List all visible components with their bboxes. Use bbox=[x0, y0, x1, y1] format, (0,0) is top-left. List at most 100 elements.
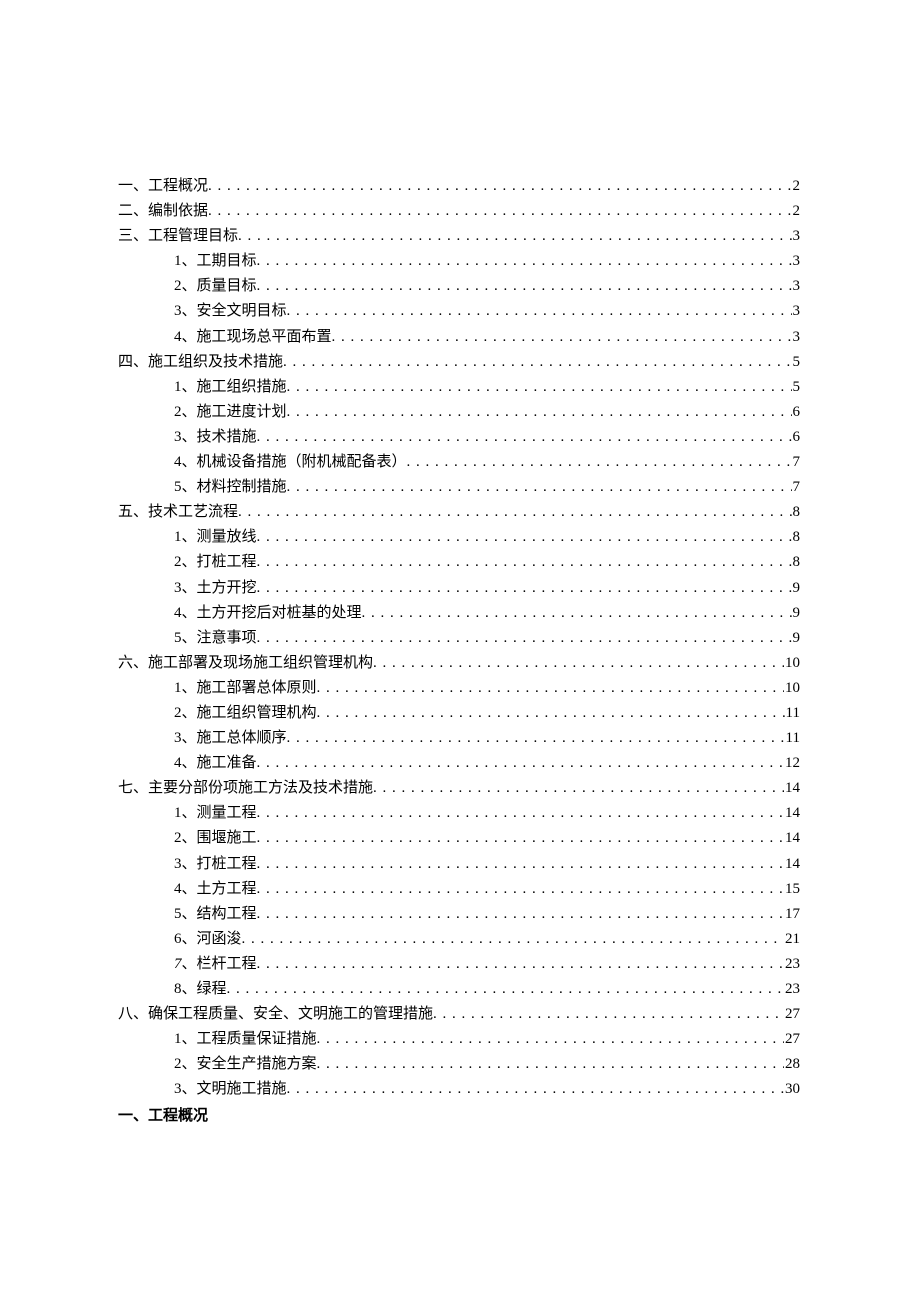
toc-entry[interactable]: 七、主要分部份项施工方法及技术措施14 bbox=[118, 776, 800, 801]
toc-entry-label: 2、安全生产措施方案 bbox=[174, 1052, 317, 1077]
toc-entry[interactable]: 二、编制依据2 bbox=[118, 199, 800, 224]
toc-entry-page: 30 bbox=[784, 1077, 800, 1102]
toc-entry[interactable]: 五、技术工艺流程8 bbox=[118, 500, 800, 525]
table-of-contents: 一、工程概况2二、编制依据2三、工程管理目标31、工期目标32、质量目标33、安… bbox=[118, 174, 800, 1102]
toc-entry-page: 3 bbox=[792, 249, 801, 274]
toc-entry[interactable]: 八、确保工程质量、安全、文明施工的管理措施27 bbox=[118, 1002, 800, 1027]
toc-entry[interactable]: 6、河函浚21 bbox=[118, 927, 800, 952]
toc-entry-label: 3、技术措施 bbox=[174, 425, 257, 450]
toc-entry[interactable]: 8、绿程 23 bbox=[118, 977, 800, 1002]
toc-entry-page: 14 bbox=[784, 826, 800, 851]
toc-entry[interactable]: 2、施工组织管理机构 11 bbox=[118, 701, 800, 726]
toc-entry-page: 8 bbox=[792, 500, 801, 525]
toc-entry-label: 3、安全文明目标 bbox=[174, 299, 287, 324]
toc-entry-label: 7、栏杆工程 bbox=[174, 952, 257, 977]
toc-entry-label: 5、结构工程 bbox=[174, 902, 257, 927]
toc-entry[interactable]: 2、施工进度计划6 bbox=[118, 400, 800, 425]
toc-entry[interactable]: 3、安全文明目标 3 bbox=[118, 299, 800, 324]
page: 一、工程概况2二、编制依据2三、工程管理目标31、工期目标32、质量目标33、安… bbox=[0, 0, 920, 1301]
toc-entry-label: 4、机械设备措施（附机械配备表） bbox=[174, 450, 407, 475]
toc-entry[interactable]: 一、工程概况2 bbox=[118, 174, 800, 199]
toc-entry[interactable]: 2、安全生产措施方案28 bbox=[118, 1052, 800, 1077]
toc-entry-label: 1、工期目标 bbox=[174, 249, 257, 274]
toc-entry-label: 3、施工总体顺序 bbox=[174, 726, 287, 751]
toc-entry[interactable]: 1、施工组织措施5 bbox=[118, 375, 800, 400]
toc-leader-dots bbox=[407, 450, 792, 475]
toc-entry[interactable]: 4、土方开挖后对桩基的处理 9 bbox=[118, 601, 800, 626]
toc-entry-page: 3 bbox=[792, 299, 801, 324]
toc-leader-dots bbox=[287, 1077, 784, 1102]
toc-entry-page: 9 bbox=[792, 626, 801, 651]
toc-leader-dots bbox=[257, 550, 792, 575]
toc-entry-label: 4、土方工程 bbox=[174, 877, 257, 902]
toc-entry[interactable]: 4、施工准备12 bbox=[118, 751, 800, 776]
toc-entry[interactable]: 1、测量工程14 bbox=[118, 801, 800, 826]
toc-entry-page: 3 bbox=[792, 224, 801, 249]
toc-entry-page: 5 bbox=[792, 375, 801, 400]
toc-leader-dots bbox=[257, 576, 792, 601]
toc-entry[interactable]: 六、施工部署及现场施工组织管理机构10 bbox=[118, 651, 800, 676]
toc-entry-label: 1、工程质量保证措施 bbox=[174, 1027, 317, 1052]
toc-entry[interactable]: 三、工程管理目标3 bbox=[118, 224, 800, 249]
toc-entry-page: 3 bbox=[792, 274, 801, 299]
toc-leader-dots bbox=[257, 274, 792, 299]
toc-entry-label: 2、围堰施工 bbox=[174, 826, 257, 851]
toc-leader-dots bbox=[257, 751, 784, 776]
toc-entry-label: 3、打桩工程 bbox=[174, 852, 257, 877]
toc-leader-dots bbox=[257, 826, 784, 851]
toc-leader-dots bbox=[257, 801, 784, 826]
toc-entry-label: 6、河函浚 bbox=[174, 927, 242, 952]
toc-entry-page: 23 bbox=[784, 952, 800, 977]
toc-entry[interactable]: 4、施工现场总平面布置 3 bbox=[118, 325, 800, 350]
toc-entry[interactable]: 5、材料控制措施7 bbox=[118, 475, 800, 500]
toc-entry[interactable]: 4、土方工程15 bbox=[118, 877, 800, 902]
toc-entry[interactable]: 四、施工组织及技术措施5 bbox=[118, 350, 800, 375]
toc-entry[interactable]: 1、施工部署总体原则10 bbox=[118, 676, 800, 701]
toc-entry-page: 12 bbox=[784, 751, 800, 776]
toc-entry-label: 5、材料控制措施 bbox=[174, 475, 287, 500]
toc-entry[interactable]: 5、结构工程17 bbox=[118, 902, 800, 927]
toc-entry-label: 2、施工进度计划 bbox=[174, 400, 287, 425]
toc-leader-dots bbox=[317, 1027, 784, 1052]
toc-entry-page: 9 bbox=[792, 601, 801, 626]
toc-entry-label: 2、施工组织管理机构 bbox=[174, 701, 317, 726]
toc-entry-page: 11 bbox=[785, 701, 800, 726]
toc-entry[interactable]: 2、质量目标 3 bbox=[118, 274, 800, 299]
toc-entry-label: 4、土方开挖后对桩基的处理 bbox=[174, 601, 362, 626]
toc-entry-label: 2、质量目标 bbox=[174, 274, 257, 299]
toc-entry[interactable]: 2、围堰施工 14 bbox=[118, 826, 800, 851]
toc-entry-page: 14 bbox=[784, 852, 800, 877]
toc-entry-page: 14 bbox=[784, 801, 800, 826]
toc-entry-page: 3 bbox=[792, 325, 801, 350]
toc-entry-page: 5 bbox=[792, 350, 801, 375]
toc-leader-dots bbox=[283, 350, 791, 375]
toc-leader-dots bbox=[287, 400, 792, 425]
toc-leader-dots bbox=[257, 877, 784, 902]
toc-leader-dots bbox=[287, 299, 792, 324]
toc-entry[interactable]: 2、打桩工程8 bbox=[118, 550, 800, 575]
toc-entry[interactable]: 3、土方开挖9 bbox=[118, 576, 800, 601]
toc-leader-dots bbox=[208, 174, 791, 199]
toc-entry[interactable]: 3、文明施工措施30 bbox=[118, 1077, 800, 1102]
toc-entry-label: 一、工程概况 bbox=[118, 174, 208, 199]
toc-entry[interactable]: 1、工程质量保证措施27 bbox=[118, 1027, 800, 1052]
toc-entry[interactable]: 3、技术措施6 bbox=[118, 425, 800, 450]
toc-entry[interactable]: 7、栏杆工程 23 bbox=[118, 952, 800, 977]
toc-entry-label: 8、绿程 bbox=[174, 977, 227, 1002]
toc-entry[interactable]: 1、测量放线8 bbox=[118, 525, 800, 550]
toc-leader-dots bbox=[257, 952, 784, 977]
toc-entry[interactable]: 3、打桩工程 14 bbox=[118, 852, 800, 877]
toc-leader-dots bbox=[317, 1052, 784, 1077]
section-heading: 一、工程概况 bbox=[118, 1104, 800, 1129]
toc-leader-dots bbox=[242, 927, 784, 952]
toc-leader-dots bbox=[317, 701, 785, 726]
toc-entry[interactable]: 1、工期目标 3 bbox=[118, 249, 800, 274]
toc-entry-label: 4、施工现场总平面布置 bbox=[174, 325, 332, 350]
toc-entry[interactable]: 5、注意事项9 bbox=[118, 626, 800, 651]
toc-entry-label: 1、施工部署总体原则 bbox=[174, 676, 317, 701]
toc-entry-page: 23 bbox=[784, 977, 800, 1002]
toc-entry-label: 二、编制依据 bbox=[118, 199, 208, 224]
toc-leader-dots bbox=[238, 224, 791, 249]
toc-entry[interactable]: 3、施工总体顺序11 bbox=[118, 726, 800, 751]
toc-entry[interactable]: 4、机械设备措施（附机械配备表）7 bbox=[118, 450, 800, 475]
